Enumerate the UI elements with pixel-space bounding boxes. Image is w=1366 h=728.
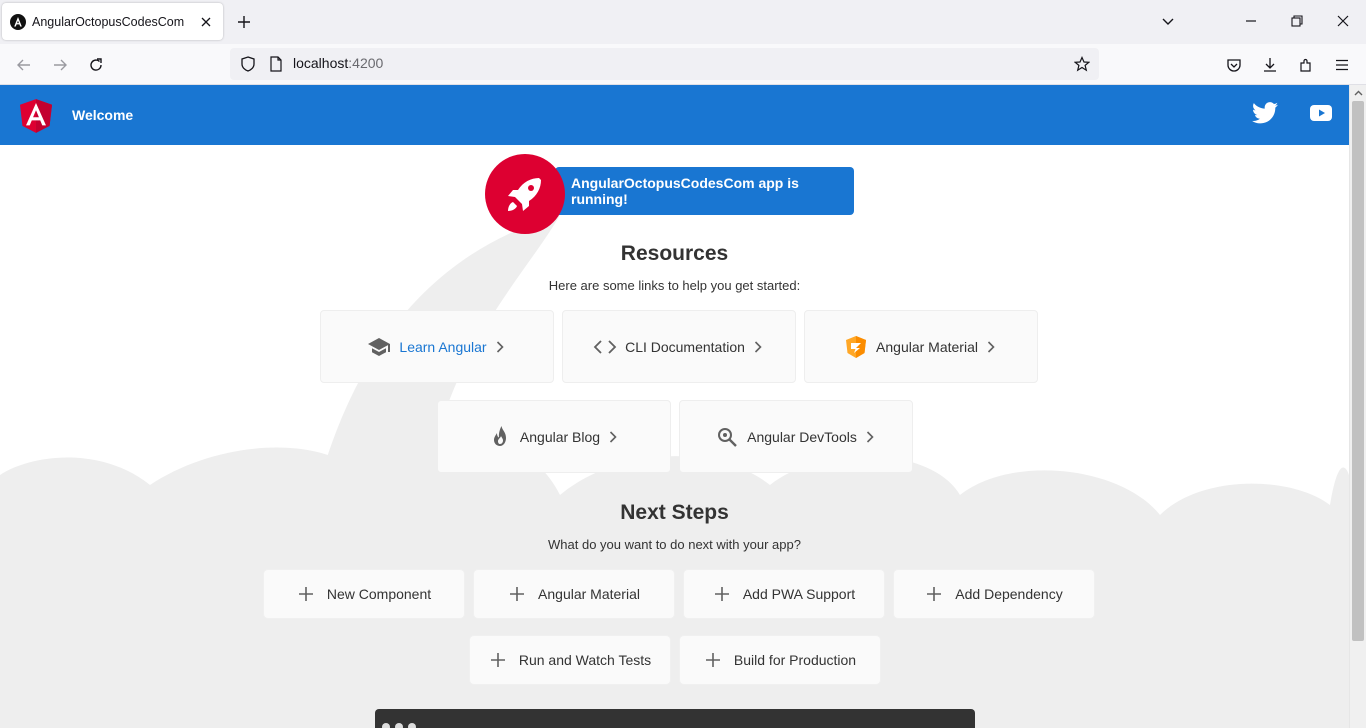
browser-tab-bar: AngularOctopusCodesCom	[0, 0, 1366, 44]
url-host: localhost	[293, 55, 349, 71]
page-content: Welcome AngularOctopusCodesCom app is ru…	[0, 85, 1349, 728]
rocket-icon	[508, 178, 541, 211]
learn-angular-label: Learn Angular	[399, 338, 487, 355]
toolbar-title: Welcome	[72, 107, 134, 123]
next-steps-subheading: What do you want to do next with your ap…	[548, 537, 801, 552]
cli-documentation-label: CLI Documentation	[625, 338, 745, 355]
angular-devtools-label: Angular DevTools	[747, 428, 857, 445]
angular-logo-icon	[20, 99, 52, 133]
code-icon	[593, 335, 617, 359]
new-component-label: New Component	[326, 586, 432, 602]
bookmark-star-icon[interactable]	[1074, 56, 1090, 72]
page-scrollbar[interactable]	[1349, 85, 1366, 728]
twitter-icon[interactable]	[1252, 102, 1278, 124]
learn-angular-card[interactable]: Learn Angular	[320, 310, 554, 383]
angular-material-card[interactable]: Angular Material	[804, 310, 1038, 383]
close-tab-icon[interactable]	[197, 13, 215, 31]
browser-navigation-bar: localhost:4200	[0, 44, 1366, 85]
resources-heading: Resources	[620, 242, 729, 265]
extensions-icon[interactable]	[1294, 53, 1318, 77]
add-pwa-support-label: Add PWA Support	[742, 586, 856, 602]
add-dependency-button[interactable]: Add Dependency	[894, 570, 1094, 618]
angular-material-button-label: Angular Material	[538, 586, 640, 602]
angular-favicon-icon	[10, 13, 26, 30]
menu-icon[interactable]	[1330, 53, 1354, 77]
build-for-production-button[interactable]: Build for Production	[680, 636, 880, 684]
youtube-icon[interactable]	[1310, 104, 1332, 122]
back-icon[interactable]	[12, 53, 36, 77]
chevron-right-icon	[863, 430, 877, 444]
add-dependency-label: Add Dependency	[955, 586, 1063, 602]
flame-icon	[488, 425, 512, 449]
plus-icon	[508, 585, 526, 603]
plus-icon	[704, 651, 722, 669]
terminal-dot	[382, 723, 390, 728]
page-icon[interactable]	[268, 56, 284, 72]
new-component-button[interactable]: New Component	[264, 570, 464, 618]
magnifier-icon	[715, 425, 739, 449]
rocket-badge	[485, 154, 565, 234]
angular-devtools-card[interactable]: Angular DevTools	[679, 400, 913, 473]
list-all-tabs-icon[interactable]	[1157, 10, 1179, 32]
run-and-watch-tests-button[interactable]: Run and Watch Tests	[470, 636, 670, 684]
plus-icon	[297, 585, 315, 603]
chevron-right-icon	[984, 340, 998, 354]
plus-icon	[489, 651, 507, 669]
terminal-dot	[408, 723, 416, 728]
address-bar[interactable]: localhost:4200	[230, 48, 1099, 80]
minimize-icon[interactable]	[1240, 10, 1262, 32]
angular-material-label: Angular Material	[876, 338, 978, 355]
resources-subheading: Here are some links to help you get star…	[548, 278, 801, 293]
plus-icon	[925, 585, 943, 603]
chevron-right-icon	[751, 340, 765, 354]
new-tab-icon[interactable]	[234, 12, 254, 32]
scroll-thumb[interactable]	[1352, 101, 1364, 641]
terminal-dot	[395, 723, 403, 728]
url-text: localhost:4200	[293, 55, 383, 71]
terminal-window	[375, 709, 975, 728]
downloads-icon[interactable]	[1258, 53, 1282, 77]
forward-icon[interactable]	[48, 53, 72, 77]
chevron-right-icon	[493, 340, 507, 354]
url-port: :4200	[348, 55, 384, 71]
browser-tab[interactable]: AngularOctopusCodesCom	[2, 3, 223, 40]
run-and-watch-tests-label: Run and Watch Tests	[518, 652, 652, 668]
build-for-production-label: Build for Production	[733, 652, 857, 668]
scroll-up-icon[interactable]	[1354, 89, 1363, 98]
shield-icon[interactable]	[240, 56, 256, 72]
chevron-right-icon	[606, 430, 620, 444]
angular-material-icon	[844, 335, 868, 359]
tab-title: AngularOctopusCodesCom	[32, 14, 185, 29]
background-clouds	[0, 215, 1349, 728]
angular-blog-label: Angular Blog	[519, 428, 601, 445]
app-toolbar: Welcome	[0, 85, 1349, 145]
restore-icon[interactable]	[1286, 10, 1308, 32]
reload-icon[interactable]	[84, 53, 108, 77]
graduation-cap-icon	[367, 335, 391, 359]
angular-material-button[interactable]: Angular Material	[474, 570, 674, 618]
cli-documentation-card[interactable]: CLI Documentation	[562, 310, 796, 383]
app-running-banner: AngularOctopusCodesCom app is running!	[555, 167, 854, 215]
angular-blog-card[interactable]: Angular Blog	[437, 400, 671, 473]
app-running-text: AngularOctopusCodesCom app is running!	[571, 175, 799, 207]
pocket-icon[interactable]	[1222, 53, 1246, 77]
next-steps-heading: Next Steps	[620, 501, 729, 524]
close-window-icon[interactable]	[1332, 10, 1354, 32]
add-pwa-support-button[interactable]: Add PWA Support	[684, 570, 884, 618]
plus-icon	[713, 585, 731, 603]
